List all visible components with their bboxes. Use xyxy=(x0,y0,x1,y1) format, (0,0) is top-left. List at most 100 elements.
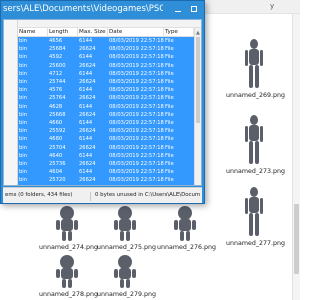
list-scrollbar-thumb[interactable] xyxy=(196,37,200,123)
cell-max-size: 26624 xyxy=(79,46,96,53)
background-scrollbar-thumb[interactable] xyxy=(294,204,299,274)
cell-name: bin xyxy=(19,87,28,94)
minimize-button[interactable] xyxy=(172,4,184,15)
file-row[interactable]: bin 4680 6144 08/03/2019 22:57:18 File xyxy=(18,135,194,144)
cell-type: File xyxy=(165,128,174,135)
cell-max-size: 26624 xyxy=(79,128,96,135)
list-scrollbar[interactable]: ▲ xyxy=(194,28,201,185)
cell-type: File xyxy=(165,38,174,44)
cell-name: bin xyxy=(19,38,28,44)
file-row[interactable]: bin 4640 6144 08/03/2019 22:57:18 File xyxy=(18,151,194,160)
status-item-count: ems (0 folders, 434 files) xyxy=(5,192,91,201)
cell-name: bin xyxy=(19,144,28,151)
file-row[interactable]: bin 25592 26624 08/03/2019 22:57:18 File xyxy=(18,127,194,136)
cell-name: bin xyxy=(19,128,28,135)
column-header-max-size[interactable]: Max. Size xyxy=(78,28,108,37)
cell-name: bin xyxy=(19,95,28,102)
maximize-icon xyxy=(191,6,197,12)
window-title: sers\ALE\Documents\Videogames\PSO\z Mod-… xyxy=(3,4,163,14)
file-row[interactable]: bin 25744 26624 08/03/2019 22:57:18 File xyxy=(18,78,194,86)
cell-type: File xyxy=(165,120,174,126)
cell-max-size: 26624 xyxy=(79,79,96,85)
character-figure-icon xyxy=(245,187,263,236)
thumbnail-item[interactable]: unnamed_277.png xyxy=(226,186,285,247)
thumbnail-item[interactable]: unnamed_274.png xyxy=(39,206,98,251)
thumbnail-label: unnamed_278.png xyxy=(39,291,98,298)
thumbnail-label: unnamed_274.png xyxy=(39,244,98,251)
character-figure-icon xyxy=(245,39,263,88)
cell-length: 4628 xyxy=(49,103,63,110)
cell-type: File xyxy=(165,87,174,94)
file-row[interactable]: bin 25720 26624 08/03/2019 22:57:18 File xyxy=(18,176,194,185)
cell-name: bin xyxy=(19,79,28,85)
cell-length: 25764 xyxy=(49,95,66,102)
file-row[interactable]: bin 25704 26624 08/03/2019 22:57:18 File xyxy=(18,143,194,152)
folder-tree-pane[interactable] xyxy=(4,20,18,185)
title-bar[interactable]: sers\ALE\Documents\Videogames\PSO\z Mod-… xyxy=(1,1,204,19)
file-row[interactable]: bin 25764 26624 08/03/2019 22:57:18 File xyxy=(18,94,194,103)
cell-max-size: 6144 xyxy=(79,120,93,126)
thumbnail-item[interactable]: unnamed_275.png xyxy=(97,206,156,251)
cell-length: 4576 xyxy=(49,87,63,94)
cell-type: File xyxy=(165,111,174,118)
character-figure-icon xyxy=(114,255,136,288)
file-row[interactable]: bin 4604 6144 08/03/2019 22:57:18 File xyxy=(18,168,194,177)
file-row[interactable]: bin 4628 6144 08/03/2019 22:57:18 File xyxy=(18,102,194,111)
file-list[interactable]: bin 4656 6144 08/03/2019 22:57:18 File bin 256… xyxy=(18,37,194,185)
cell-type: File xyxy=(165,62,174,69)
cell-length: 4592 xyxy=(49,54,63,61)
file-row[interactable]: bin 4660 6144 08/03/2019 22:57:18 File xyxy=(18,119,194,127)
cell-name: bin xyxy=(19,120,28,126)
character-figure-icon xyxy=(114,206,136,241)
thumbnail-item[interactable]: unnamed_279.png xyxy=(97,255,156,298)
file-row[interactable]: bin 4592 6144 08/03/2019 22:57:18 File xyxy=(18,53,194,62)
thumbnail-label: unnamed_277.png xyxy=(226,240,285,247)
cell-length: 25668 xyxy=(49,111,66,118)
cell-max-size: 6144 xyxy=(79,38,93,44)
file-row[interactable]: bin 25668 26624 08/03/2019 22:57:18 File xyxy=(18,110,194,119)
cell-type: File xyxy=(165,54,174,61)
cell-date: 08/03/2019 22:57:18 xyxy=(109,70,164,77)
thumbnail-label: unnamed_269.png xyxy=(226,92,285,99)
thumbnail-item[interactable]: unnamed_276.png xyxy=(157,206,216,251)
column-header-length[interactable]: Length xyxy=(48,28,78,37)
thumbnail-item[interactable]: unnamed_278.png xyxy=(39,255,98,298)
cell-length: 25600 xyxy=(49,62,66,69)
column-header-name[interactable]: Name xyxy=(18,28,48,37)
thumbnail-item[interactable]: unnamed_273.png xyxy=(226,114,285,175)
file-row[interactable]: bin 4576 6144 08/03/2019 22:57:18 File xyxy=(18,86,194,95)
file-row[interactable]: bin 4656 6144 08/03/2019 22:57:18 File xyxy=(18,37,194,45)
cell-date: 08/03/2019 22:57:18 xyxy=(109,161,164,167)
cell-type: File xyxy=(165,46,174,53)
cell-length: 4712 xyxy=(49,70,63,77)
cell-date: 08/03/2019 22:57:18 xyxy=(109,177,164,184)
cell-date: 08/03/2019 22:57:18 xyxy=(109,136,164,143)
cell-date: 08/03/2019 22:57:18 xyxy=(109,95,164,102)
character-figure-icon xyxy=(174,206,196,241)
cell-date: 08/03/2019 22:57:18 xyxy=(109,103,164,110)
file-row[interactable]: bin 25684 26624 08/03/2019 22:57:18 File xyxy=(18,45,194,54)
cell-name: bin xyxy=(19,177,28,184)
cell-name: bin xyxy=(19,54,28,61)
cell-type: File xyxy=(165,136,174,143)
cell-date: 08/03/2019 22:57:18 xyxy=(109,169,164,176)
file-row[interactable]: bin 25736 26624 08/03/2019 22:57:18 File xyxy=(18,160,194,168)
maximize-button[interactable] xyxy=(188,4,200,15)
character-figure-icon xyxy=(245,115,263,164)
thumbnail-label: unnamed_275.png xyxy=(97,244,156,251)
scroll-up-arrow-icon[interactable]: ▲ xyxy=(196,30,200,36)
file-list-window[interactable]: sers\ALE\Documents\Videogames\PSO\z Mod-… xyxy=(0,0,205,204)
cell-max-size: 26624 xyxy=(79,95,96,102)
file-row[interactable]: bin 4712 6144 08/03/2019 22:57:18 File xyxy=(18,69,194,78)
column-header-type[interactable]: Type xyxy=(164,28,194,37)
thumbnail-item[interactable]: unnamed_269.png xyxy=(226,38,285,99)
cell-length: 4640 xyxy=(49,152,63,159)
cell-length: 25684 xyxy=(49,46,66,53)
background-scrollbar[interactable] xyxy=(292,14,300,300)
cell-type: File xyxy=(165,103,174,110)
thumbnail-label: unnamed_273.png xyxy=(226,168,285,175)
cell-date: 08/03/2019 22:57:18 xyxy=(109,152,164,159)
file-row[interactable]: bin 25600 26624 08/03/2019 22:57:18 File xyxy=(18,61,194,70)
cell-name: bin xyxy=(19,161,28,167)
column-header-date[interactable]: Date xyxy=(108,28,164,37)
